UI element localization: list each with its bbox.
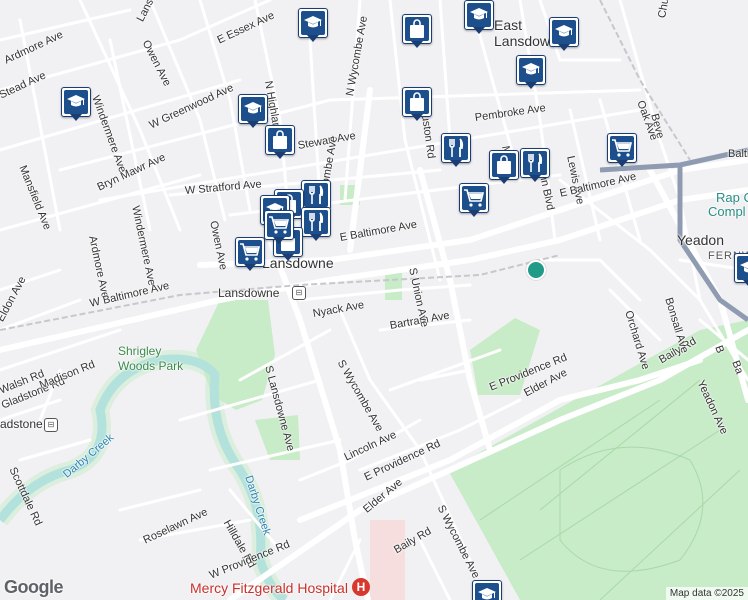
train-station-icon[interactable]: ⊟	[44, 418, 58, 432]
poi-pin[interactable]	[459, 183, 489, 221]
cart-icon	[267, 213, 291, 237]
train-station-icon[interactable]: ⊟	[292, 286, 306, 300]
cart-icon	[610, 136, 634, 160]
place-label: Rap C	[716, 190, 748, 205]
place-label: Compl	[708, 204, 746, 219]
school-icon	[519, 58, 543, 82]
restaurant-icon	[304, 183, 328, 207]
poi-pin[interactable]	[520, 148, 550, 186]
restaurant-icon	[444, 136, 468, 160]
poi-pin[interactable]	[516, 55, 546, 93]
map-attribution[interactable]: Map data ©2025	[665, 587, 748, 600]
poi-pin[interactable]	[402, 87, 432, 125]
map-canvas[interactable]: Lansdowne Ave N Highland Ave E Essex Ave…	[0, 0, 748, 600]
restaurant-icon	[523, 151, 547, 175]
cart-icon	[238, 240, 262, 264]
school-icon	[241, 97, 265, 121]
google-logo: Google	[4, 577, 64, 597]
poi-pin[interactable]	[264, 210, 294, 248]
poi-pin[interactable]	[472, 580, 502, 600]
school-icon	[737, 256, 748, 280]
hospital-label: Mercy Fitzgerald Hospital	[190, 580, 348, 596]
poi-pin[interactable]	[402, 14, 432, 52]
school-icon	[552, 20, 576, 44]
station-label: Lansdowne	[218, 286, 280, 300]
poi-pin[interactable]	[441, 133, 471, 171]
place-marker-icon[interactable]	[526, 260, 546, 280]
shopping-bag-icon	[405, 90, 429, 114]
poi-pin[interactable]	[265, 125, 295, 163]
cart-icon	[462, 186, 486, 210]
poi-pin[interactable]	[489, 150, 519, 188]
station-label: adstone	[0, 417, 43, 431]
poi-pin[interactable]	[607, 133, 637, 171]
school-icon	[467, 3, 491, 27]
hospital-icon[interactable]: H	[352, 578, 370, 596]
poi-pin[interactable]	[549, 17, 579, 55]
shopping-bag-icon	[268, 128, 292, 152]
street-label: Baltimore	[728, 148, 748, 160]
school-icon	[475, 583, 499, 600]
park-label: Shrigley Woods Park	[118, 344, 184, 373]
poi-pin[interactable]	[464, 0, 494, 38]
shopping-bag-icon	[405, 17, 429, 41]
poi-pin[interactable]	[301, 207, 331, 245]
poi-pin[interactable]	[235, 237, 265, 275]
school-icon	[64, 90, 88, 114]
school-icon	[301, 11, 325, 35]
poi-pin[interactable]	[238, 94, 268, 132]
restaurant-icon	[304, 210, 328, 234]
poi-pin[interactable]	[298, 8, 328, 46]
town-label: Yeadon	[677, 232, 724, 248]
poi-pin[interactable]	[734, 253, 748, 291]
poi-pin[interactable]	[61, 87, 91, 125]
shopping-bag-icon	[492, 153, 516, 177]
